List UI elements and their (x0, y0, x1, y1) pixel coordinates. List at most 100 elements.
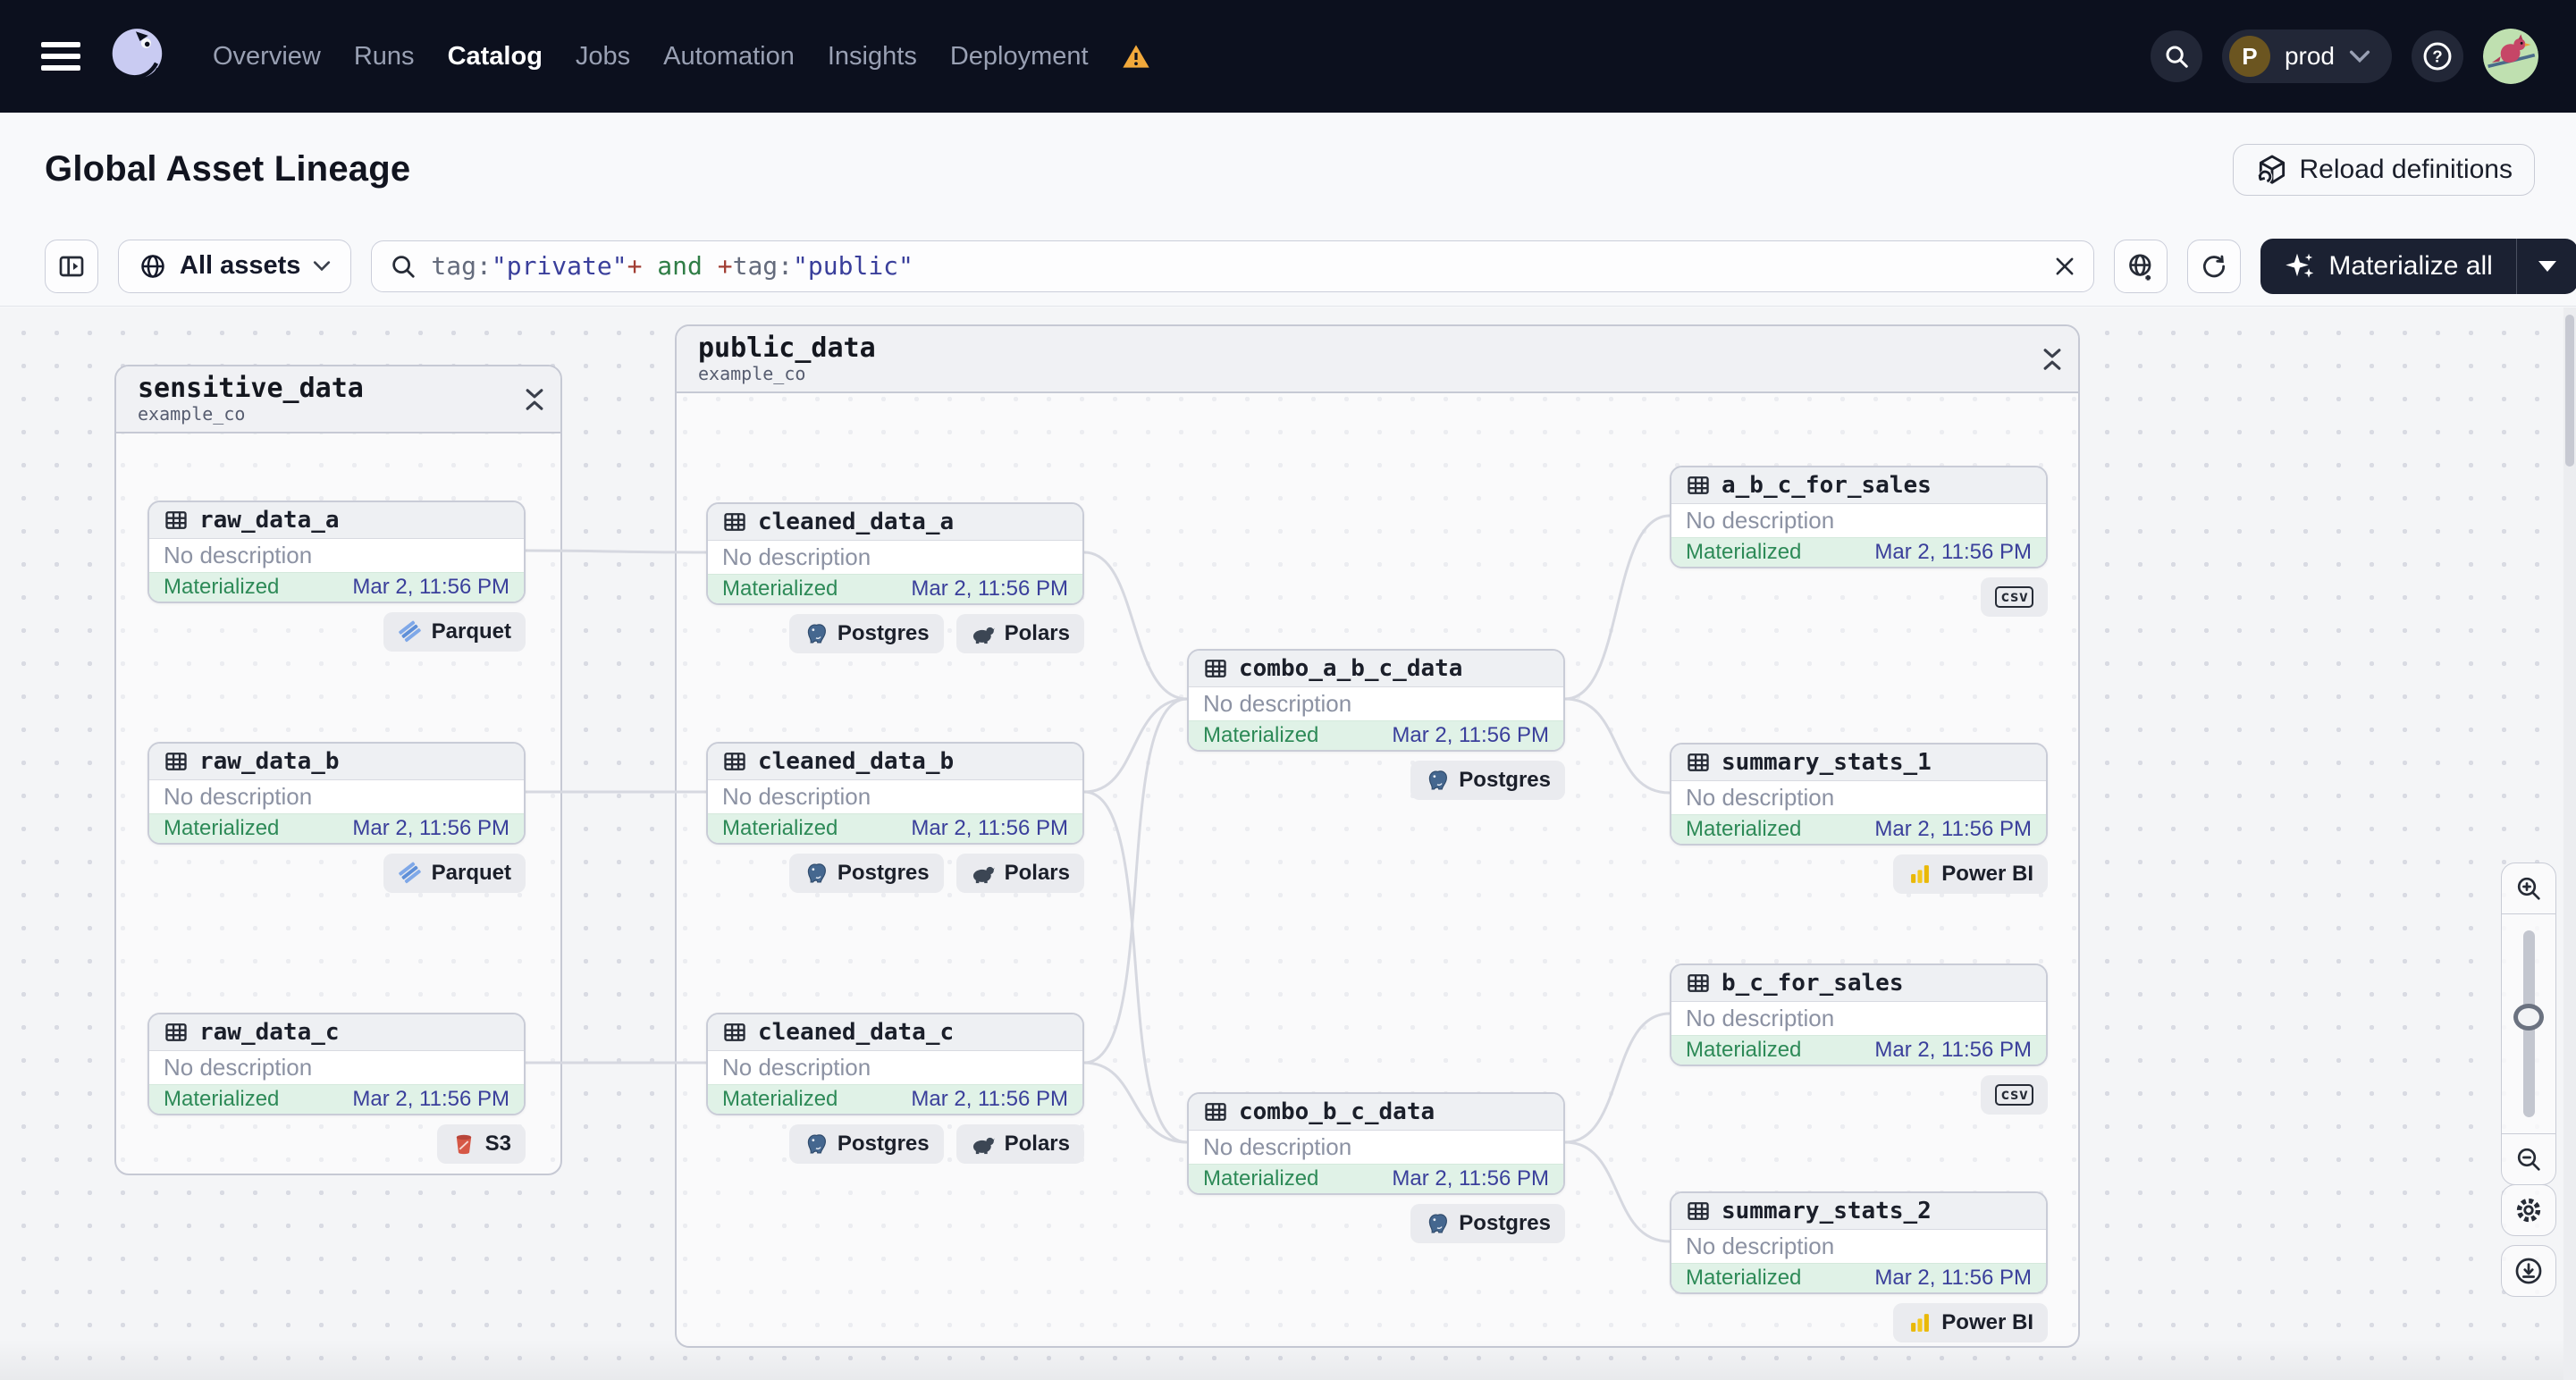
environment-switcher[interactable]: P prod (2221, 29, 2392, 83)
group-repo: example_co (138, 403, 246, 425)
user-avatar[interactable] (2483, 29, 2538, 84)
badge-postgres[interactable]: Postgres (788, 614, 944, 653)
asset-node-cleaned-data-c[interactable]: cleaned_data_c No description Materializ… (706, 1013, 1084, 1115)
asset-scope-dropdown[interactable]: All assets (118, 239, 352, 293)
globe-icon (141, 254, 164, 278)
asset-node-a-b-c-for-sales[interactable]: a_b_c_for_sales No description Materiali… (1670, 466, 2048, 568)
zoom-slider-thumb[interactable] (2513, 1004, 2544, 1031)
collapse-group-icon[interactable] (525, 388, 544, 411)
asset-description: No description (149, 1051, 524, 1084)
asset-name: cleaned_data_a (758, 509, 955, 535)
dagster-app: Overview Runs Catalog Jobs Automation In… (0, 0, 2576, 1380)
badge-parquet[interactable]: Parquet (383, 854, 526, 893)
s3-bucket-icon (451, 1132, 476, 1157)
gear-icon (2516, 1198, 2541, 1223)
power-bi-icon (1907, 1310, 1932, 1335)
asset-description: No description (708, 780, 1082, 813)
page-header: Global Asset Lineage Reload definitions (0, 113, 2576, 227)
zoom-slider[interactable] (2502, 914, 2555, 1133)
svg-text:?: ? (2432, 47, 2442, 66)
menu-icon[interactable] (41, 42, 80, 71)
warning-triangle-icon[interactable] (1122, 43, 1150, 70)
zoom-out-button[interactable] (2502, 1134, 2555, 1184)
new-asset-group-button[interactable] (2114, 239, 2168, 293)
help-icon[interactable]: ? (2412, 30, 2463, 82)
badge-csv[interactable]: csv (1981, 577, 2048, 617)
materialized-timestamp: Mar 2, 11:56 PM (1874, 1038, 2032, 1062)
nav-deployment[interactable]: Deployment (950, 42, 1089, 72)
badge-postgres[interactable]: Postgres (788, 1124, 944, 1164)
table-icon (722, 749, 747, 774)
badge-s3[interactable]: S3 (436, 1124, 526, 1164)
asset-node-cleaned-data-a[interactable]: cleaned_data_a No description Materializ… (706, 502, 1084, 605)
dagster-logo[interactable] (105, 23, 172, 89)
materialized-status: Materialized (722, 816, 838, 840)
asset-node-summary-stats-1[interactable]: summary_stats_1 No description Materiali… (1670, 743, 2048, 846)
polars-icon (971, 621, 996, 646)
asset-search-input[interactable]: tag:"private"+ and +tag:"public" (371, 240, 2095, 292)
vertical-scrollbar[interactable] (2563, 307, 2576, 1380)
download-image-button[interactable] (2501, 1245, 2556, 1297)
materialized-status: Materialized (722, 576, 838, 601)
badge-polars[interactable]: Polars (955, 1124, 1084, 1164)
search-icon (392, 255, 416, 278)
materialized-status: Materialized (1203, 1166, 1319, 1191)
asset-description: No description (708, 1051, 1082, 1084)
materialize-options-caret[interactable] (2517, 260, 2576, 272)
asset-node-combo-b-c-data[interactable]: combo_b_c_data No description Materializ… (1187, 1092, 1565, 1195)
group-title: sensitive_data (138, 373, 364, 404)
materialize-all-button[interactable]: Materialize all (2260, 238, 2576, 294)
reload-definitions-button[interactable]: Reload definitions (2232, 143, 2535, 196)
group-repo: example_co (698, 363, 806, 384)
asset-description: No description (1671, 1230, 2046, 1263)
asset-name: cleaned_data_c (758, 1019, 955, 1046)
nav-runs[interactable]: Runs (354, 42, 415, 72)
badge-power-bi[interactable]: Power BI (1893, 1303, 2048, 1342)
power-bi-icon (1907, 862, 1932, 887)
nav-right: P prod ? (2150, 29, 2538, 84)
badge-polars[interactable]: Polars (955, 614, 1084, 653)
badge-polars[interactable]: Polars (955, 854, 1084, 893)
nav-jobs[interactable]: Jobs (576, 42, 630, 72)
sparkles-icon (2286, 253, 2314, 278)
badge-postgres[interactable]: Postgres (1410, 761, 1565, 800)
asset-node-raw-data-a[interactable]: raw_data_a No description Materialized Ma… (147, 501, 526, 603)
badge-parquet[interactable]: Parquet (383, 612, 526, 652)
panel-toggle-icon (59, 256, 84, 276)
materialized-timestamp: Mar 2, 11:56 PM (911, 576, 1068, 601)
asset-node-cleaned-data-b[interactable]: cleaned_data_b No description Materializ… (706, 742, 1084, 845)
badge-postgres[interactable]: Postgres (1410, 1204, 1565, 1243)
postgres-icon (804, 861, 829, 886)
materialized-timestamp: Mar 2, 11:56 PM (1874, 817, 2032, 841)
asset-node-b-c-for-sales[interactable]: b_c_for_sales No description Materialize… (1670, 963, 2048, 1066)
top-nav: Overview Runs Catalog Jobs Automation In… (0, 0, 2576, 113)
parquet-icon (398, 619, 423, 644)
scrollbar-thumb[interactable] (2565, 315, 2574, 467)
reload-cube-icon (2257, 155, 2285, 184)
lineage-canvas[interactable]: sensitive_data example_co public_data ex… (0, 307, 2576, 1380)
zoom-out-icon (2517, 1148, 2540, 1171)
nav-insights[interactable]: Insights (828, 42, 917, 72)
asset-node-combo-a-b-c-data[interactable]: combo_a_b_c_data No description Material… (1187, 649, 1565, 752)
materialized-timestamp: Mar 2, 11:56 PM (352, 575, 509, 599)
nav-overview[interactable]: Overview (213, 42, 321, 72)
clear-search-icon[interactable] (2052, 254, 2077, 279)
asset-description: No description (1671, 781, 2046, 814)
badge-postgres[interactable]: Postgres (788, 854, 944, 893)
search-icon[interactable] (2150, 30, 2202, 82)
table-icon (164, 749, 189, 774)
asset-node-summary-stats-2[interactable]: summary_stats_2 No description Materiali… (1670, 1191, 2048, 1294)
asset-node-raw-data-b[interactable]: raw_data_b No description Materialized Ma… (147, 742, 526, 845)
zoom-in-button[interactable] (2502, 863, 2555, 913)
zoom-in-icon (2517, 877, 2540, 900)
badge-power-bi[interactable]: Power BI (1893, 854, 2048, 894)
nav-automation[interactable]: Automation (663, 42, 795, 72)
refresh-button[interactable] (2187, 239, 2242, 293)
asset-node-raw-data-c[interactable]: raw_data_c No description Materialized Ma… (147, 1013, 526, 1115)
graph-settings-button[interactable] (2501, 1184, 2556, 1236)
badge-csv[interactable]: csv (1981, 1075, 2048, 1115)
collapse-group-icon[interactable] (2042, 348, 2062, 371)
asset-name: summary_stats_2 (1722, 1198, 1932, 1224)
toggle-sidebar-button[interactable] (45, 239, 98, 293)
nav-catalog[interactable]: Catalog (448, 42, 543, 72)
